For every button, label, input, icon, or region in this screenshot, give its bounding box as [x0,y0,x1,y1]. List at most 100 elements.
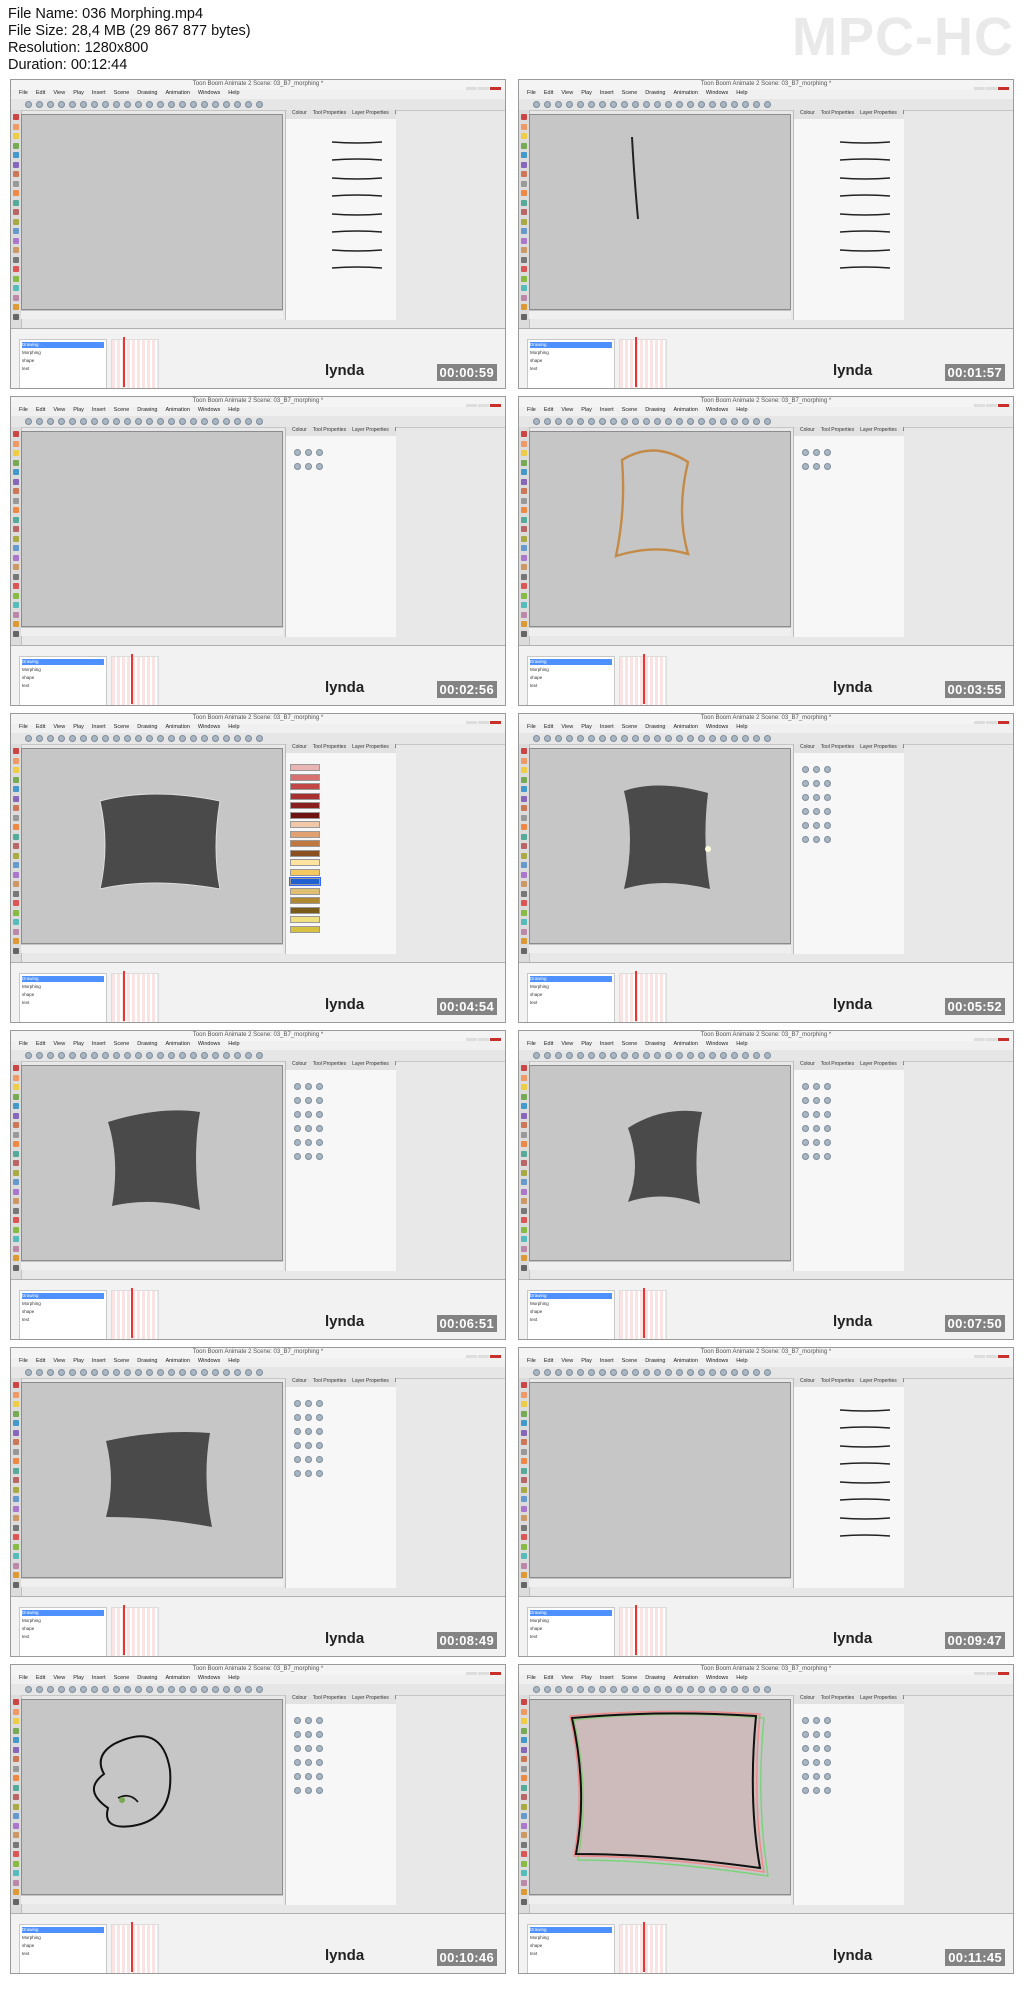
tab-3[interactable]: Library [903,1695,904,1701]
tool-icon[interactable] [13,1505,19,1512]
option-icon[interactable] [305,1153,312,1160]
menu-item[interactable]: View [53,1041,65,1047]
tool-icon[interactable] [13,469,19,475]
tab-0[interactable]: Colour [800,1378,815,1384]
toolbar-icon[interactable] [577,418,584,425]
toolbar-icon[interactable] [113,735,120,742]
toolbar-icon[interactable] [69,101,76,108]
menu-item[interactable]: Insert [600,1675,614,1681]
window-controls[interactable] [465,1666,503,1679]
menu-item[interactable]: Drawing [645,724,665,730]
toolbar-icon[interactable] [91,1052,98,1059]
layer-row[interactable]: Morphing [530,1618,612,1624]
tool-icon[interactable] [521,611,527,618]
toolbar-icon[interactable] [577,1369,584,1376]
layer-row[interactable]: shape [530,1943,612,1949]
toolbar-icon[interactable] [190,1052,197,1059]
tool-icon[interactable] [521,1420,527,1426]
toolbar-icon[interactable] [223,1052,230,1059]
tool-icon[interactable] [521,776,527,783]
tab-0[interactable]: Colour [800,1695,815,1701]
window-controls[interactable] [465,81,503,94]
toolbar-icon[interactable] [764,101,771,108]
tool-icon[interactable] [13,1420,19,1426]
menu-item[interactable]: File [19,1675,28,1681]
tool-icon[interactable] [13,1448,19,1455]
menu-item[interactable]: Insert [92,724,106,730]
layer-row[interactable]: Drawing [22,659,104,665]
tool-icon[interactable] [521,1699,527,1705]
menu-item[interactable]: Windows [198,407,220,413]
option-icon[interactable] [802,1139,809,1146]
option-icon[interactable] [813,449,820,456]
menu-item[interactable]: File [527,724,536,730]
tool-icon[interactable] [521,1084,527,1090]
drawing-view[interactable] [21,1382,283,1578]
toolbar-icon[interactable] [566,735,573,742]
layer-row[interactable]: shape [22,1943,104,1949]
menu-item[interactable]: Play [581,407,592,413]
layer-row[interactable]: Drawing [22,976,104,982]
toolbar-icon[interactable] [731,1686,738,1693]
option-icon[interactable] [802,1111,809,1118]
toolbar-icon[interactable] [676,1369,683,1376]
menu-item[interactable]: File [19,1041,28,1047]
panel-tabs[interactable]: Colour Tool Properties Layer Properties Lib… [286,1695,396,1704]
toolbar-icon[interactable] [36,418,43,425]
colour-swatch[interactable] [290,792,320,800]
menu-item[interactable]: Animation [165,90,189,96]
toolbar-icon[interactable] [201,1369,208,1376]
toolbar-icon[interactable] [58,1686,65,1693]
tool-icon[interactable] [521,573,527,580]
toolbar-icon[interactable] [621,1686,628,1693]
option-icon[interactable] [305,1139,312,1146]
tool-icon[interactable] [13,900,19,906]
tool-icon[interactable] [521,313,527,320]
menu-item[interactable]: View [561,407,573,413]
toolbar-icon[interactable] [599,1369,606,1376]
tool-icon[interactable] [521,1832,527,1838]
tool-icon[interactable] [13,1756,19,1762]
toolbar-icon[interactable] [654,735,661,742]
tool-icon[interactable] [521,1515,527,1521]
option-icon[interactable] [824,794,831,801]
tool-icon[interactable] [521,1737,527,1743]
toolbar-icon[interactable] [665,101,672,108]
toolbar-icon[interactable] [91,1686,98,1693]
toolbar-icon[interactable] [36,101,43,108]
tool-icon[interactable] [521,1784,527,1791]
tool-icon[interactable] [13,611,19,618]
panel-tabs[interactable]: Colour Tool Properties Layer Properties Lib… [794,1061,904,1070]
toolbar-icon[interactable] [47,101,54,108]
option-icon[interactable] [316,449,323,456]
tool-icon[interactable] [13,1784,19,1791]
option-icon[interactable] [813,1125,820,1132]
toolbar-icon[interactable] [256,1686,263,1693]
tab-3[interactable]: Library [395,744,396,750]
toolbar-icon[interactable] [223,418,230,425]
toolbar-icon[interactable] [91,101,98,108]
option-icon[interactable] [316,1456,323,1463]
toolbar-icon[interactable] [179,418,186,425]
toolbar-icon[interactable] [742,101,749,108]
option-icon[interactable] [813,1083,820,1090]
menu-item[interactable]: Scene [622,90,638,96]
option-icon[interactable] [824,1731,831,1738]
toolbar-icon[interactable] [742,1369,749,1376]
tool-icon[interactable] [521,469,527,475]
toolbar-icon[interactable] [555,735,562,742]
toolbar-icon[interactable] [632,418,639,425]
option-icon[interactable] [813,1731,820,1738]
option-icon[interactable] [316,1717,323,1724]
toolbar-icon[interactable] [676,735,683,742]
menu-item[interactable]: Edit [36,407,45,413]
option-icon[interactable] [305,1745,312,1752]
tool-icon[interactable] [13,228,19,234]
menu-item[interactable]: File [527,407,536,413]
toolbar-icon[interactable] [256,1369,263,1376]
toolbar-icon[interactable] [245,1369,252,1376]
toolbar-icon[interactable] [566,1052,573,1059]
tool-icon[interactable] [521,440,527,447]
layer-row[interactable]: Morphing [22,667,104,673]
menu-item[interactable]: File [19,407,28,413]
